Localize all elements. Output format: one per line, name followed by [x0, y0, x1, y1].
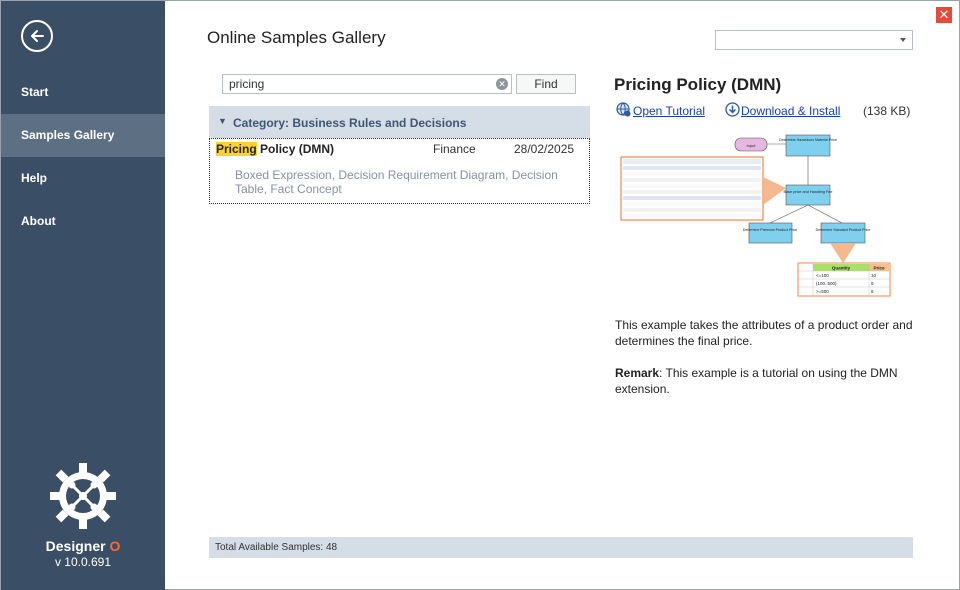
search-input[interactable] — [223, 75, 493, 93]
sidebar-item-samples-gallery[interactable]: Samples Gallery — [1, 114, 165, 157]
detail-title: Pricing Policy (DMN) — [614, 75, 782, 94]
back-button[interactable] — [21, 20, 53, 52]
find-button[interactable]: Find — [516, 74, 576, 94]
search-box: ✕ — [222, 74, 512, 94]
svg-text:Input: Input — [747, 143, 757, 148]
svg-text:<=100: <=100 — [816, 273, 829, 278]
svg-text:Quantity: Quantity — [832, 266, 851, 271]
status-bar: Total Available Samples: 48 — [209, 537, 913, 558]
detail-description: This example takes the attributes of a p… — [615, 318, 913, 348]
result-tags: Boxed Expression, Decision Requirement D… — [235, 168, 558, 196]
result-category: Finance — [433, 142, 476, 156]
svg-text:10: 10 — [871, 273, 877, 278]
sidebar-item-help[interactable]: Help — [1, 157, 165, 200]
detail-remark: Remark: This example is a tutorial on us… — [615, 366, 898, 396]
sidebar-item-start[interactable]: Start — [1, 71, 165, 114]
status-text: Total Available Samples: 48 — [215, 542, 338, 553]
download-size: (138 KB) — [863, 104, 911, 118]
version-label: v 10.0.691 — [54, 555, 112, 569]
list-item[interactable]: Pricing Policy (DMN) Finance 28/02/2025 … — [209, 138, 590, 204]
category-label: Category: Business Rules and Decisions — [233, 116, 467, 130]
sidebar-item-about[interactable]: About — [1, 200, 165, 243]
download-icon — [725, 102, 740, 117]
chevron-down-icon: ▼ — [218, 116, 227, 126]
result-title: Pricing Policy (DMN) — [216, 142, 335, 156]
svg-text:Determine Premium Product Pric: Determine Premium Product Price — [743, 228, 798, 232]
result-date: 28/02/2025 — [514, 142, 575, 156]
svg-text:Determine Hazardous Material P: Determine Hazardous Material Price — [779, 138, 837, 142]
page-title: Online Samples Gallery — [207, 28, 386, 47]
svg-text:Price: Price — [873, 266, 885, 271]
sample-preview-image: Input Determine Hazardous Material Price… — [620, 134, 891, 297]
logo-block: Designer O v 10.0.691 — [1, 461, 165, 569]
back-arrow-icon — [31, 30, 44, 42]
sidebar-nav: Start Samples Gallery Help About — [1, 71, 165, 243]
filter-dropdown[interactable] — [715, 30, 913, 50]
clear-icon[interactable]: ✕ — [496, 78, 508, 90]
svg-text:Determine Standard Product Pri: Determine Standard Product Price — [816, 228, 871, 232]
svg-text:>=500: >=500 — [816, 289, 829, 294]
close-icon: ✕ — [938, 7, 950, 22]
globe-icon — [616, 102, 631, 117]
brand-name: Designer O — [45, 538, 121, 554]
open-tutorial-link[interactable]: Open Tutorial — [633, 104, 705, 118]
category-group-header[interactable]: ▼ Category: Business Rules and Decisions — [209, 106, 590, 138]
download-install-link[interactable]: Download & Install — [741, 104, 840, 118]
detail-links: Open Tutorial Download & Install (138 KB… — [616, 102, 916, 120]
svg-text:Base price and Handling Fee: Base price and Handling Fee — [784, 190, 833, 194]
app-window: Start Samples Gallery Help About Designe… — [0, 0, 960, 590]
svg-text:(100..500): (100..500) — [816, 281, 837, 286]
sidebar: Start Samples Gallery Help About Designe… — [1, 1, 165, 590]
search-highlight: Pricing — [216, 142, 257, 156]
chevron-down-icon — [900, 38, 906, 42]
designer-logo-icon — [50, 463, 116, 529]
close-button[interactable]: ✕ — [936, 7, 952, 23]
